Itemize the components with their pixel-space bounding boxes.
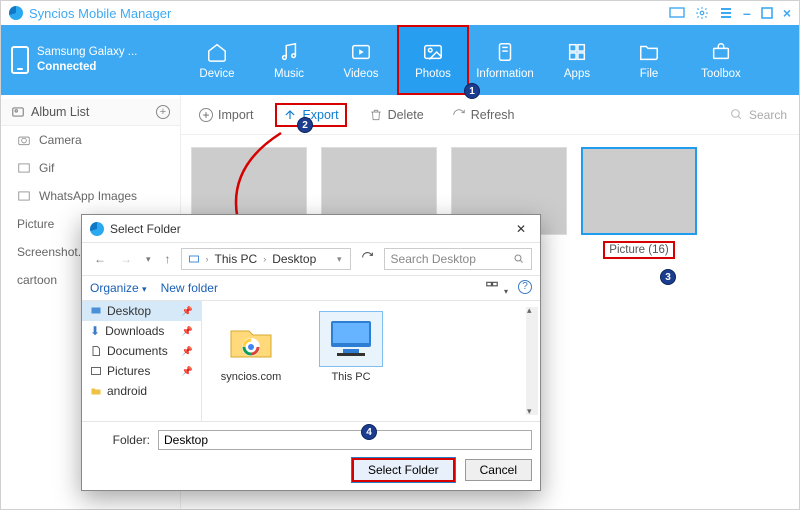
nav-toolbox[interactable]: Toolbox <box>685 25 757 95</box>
nav-information[interactable]: Information <box>469 25 541 95</box>
tree-desktop[interactable]: Desktop📌 <box>82 301 201 321</box>
nav-file[interactable]: File <box>613 25 685 95</box>
tree-pictures[interactable]: Pictures📌 <box>82 361 201 381</box>
nav-videos[interactable]: Videos <box>325 25 397 95</box>
sidebar-item-gif[interactable]: Gif <box>1 154 180 182</box>
file-caption: syncios.com <box>212 371 290 383</box>
folder-tree: Desktop📌 ⬇ Downloads📌 Documents📌 Picture… <box>82 301 202 421</box>
annotation-badge-4: 4 <box>361 424 377 440</box>
phone-icon <box>11 46 29 74</box>
new-folder-button[interactable]: New folder <box>161 281 218 295</box>
nav-toolbox-label: Toolbox <box>701 68 741 80</box>
refresh-label: Refresh <box>471 108 515 122</box>
sidebar-item-label: Screenshot... <box>17 245 88 259</box>
screen-icon[interactable] <box>669 5 685 21</box>
scrollbar[interactable] <box>526 307 538 415</box>
device-panel[interactable]: Samsung Galaxy ... Connected <box>1 25 181 95</box>
import-label: Import <box>218 108 253 122</box>
photos-toolbar: + Import Export Delete Refresh <box>181 95 799 135</box>
select-folder-button[interactable]: Select Folder <box>352 458 455 482</box>
select-folder-dialog: Select Folder ✕ ← → ▾ ↑ › This PC › Desk… <box>81 214 541 491</box>
file-caption: This PC <box>312 371 390 383</box>
file-thispc[interactable]: This PC <box>312 311 390 411</box>
refresh-icon[interactable] <box>357 251 378 267</box>
menu-icon[interactable] <box>719 5 733 21</box>
device-name: Samsung Galaxy ... <box>37 45 137 60</box>
app-title: Syncios Mobile Manager <box>29 6 171 21</box>
app-logo-icon <box>9 6 23 20</box>
nav-photos[interactable]: Photos <box>397 25 469 95</box>
nav-forward-icon[interactable]: → <box>116 252 136 266</box>
annotation-badge-1: 1 <box>464 83 480 99</box>
file-syncios[interactable]: syncios.com <box>212 311 290 411</box>
organize-menu[interactable]: Organize ▾ <box>90 281 147 295</box>
tree-documents[interactable]: Documents📌 <box>82 341 201 361</box>
sidebar-item-camera[interactable]: Camera <box>1 126 180 154</box>
device-status: Connected <box>37 60 137 75</box>
nav-device-label: Device <box>199 68 234 80</box>
view-mode-icon[interactable]: ▾ <box>483 280 508 297</box>
sidebar-item-label: Picture <box>17 217 54 231</box>
tree-android[interactable]: android <box>82 381 201 401</box>
nav-apps-label: Apps <box>564 68 590 80</box>
help-icon[interactable]: ? <box>518 280 532 294</box>
sidebar-header-label: Album List <box>31 105 89 119</box>
app-window: Syncios Mobile Manager – × Samsung Galax… <box>0 0 800 510</box>
add-album-icon[interactable]: + <box>156 105 170 119</box>
nav-music-label: Music <box>274 68 304 80</box>
refresh-button[interactable]: Refresh <box>446 105 521 125</box>
folder-field-label: Folder: <box>90 433 150 447</box>
titlebar: Syncios Mobile Manager – × <box>1 1 799 25</box>
annotation-badge-3: 3 <box>660 269 676 285</box>
crumb-pc: This PC <box>215 252 258 266</box>
sidebar-item-label: cartoon <box>17 273 57 287</box>
folder-field[interactable] <box>158 430 532 450</box>
gear-icon[interactable] <box>695 5 709 21</box>
delete-button[interactable]: Delete <box>363 105 430 125</box>
nav-apps[interactable]: Apps <box>541 25 613 95</box>
crumb-desktop: Desktop <box>272 252 316 266</box>
dialog-logo-icon <box>90 222 104 236</box>
nav-photos-label: Photos <box>415 68 451 80</box>
nav-videos-label: Videos <box>344 68 379 80</box>
delete-label: Delete <box>388 108 424 122</box>
nav-up-icon[interactable]: ↑ <box>161 252 175 266</box>
cancel-button[interactable]: Cancel <box>465 459 532 481</box>
nav-file-label: File <box>640 68 659 80</box>
nav-device[interactable]: Device <box>181 25 253 95</box>
import-button[interactable]: + Import <box>193 105 259 125</box>
dialog-close-icon[interactable]: ✕ <box>510 220 532 238</box>
nav-music[interactable]: Music <box>253 25 325 95</box>
main-nav: Samsung Galaxy ... Connected Device Musi… <box>1 25 799 95</box>
nav-back-icon[interactable]: ← <box>90 252 110 266</box>
close-icon[interactable]: × <box>783 5 791 21</box>
address-bar[interactable]: › This PC › Desktop ▾ <box>181 248 351 270</box>
dialog-search-input[interactable]: Search Desktop <box>384 248 532 270</box>
tree-downloads[interactable]: ⬇ Downloads📌 <box>82 321 201 341</box>
nav-information-label: Information <box>476 68 534 80</box>
sidebar-item-whatsapp[interactable]: WhatsApp Images <box>1 182 180 210</box>
nav-recent-icon[interactable]: ▾ <box>142 254 155 265</box>
sidebar-item-label: WhatsApp Images <box>39 189 137 203</box>
dialog-title: Select Folder <box>110 222 181 236</box>
file-list: syncios.com This PC <box>202 301 540 421</box>
thumb-caption: Picture (16) <box>603 241 674 259</box>
maximize-icon[interactable] <box>761 5 773 21</box>
search-placeholder: Search <box>749 108 787 122</box>
dialog-search-placeholder: Search Desktop <box>391 252 476 266</box>
annotation-badge-2: 2 <box>297 117 313 133</box>
sidebar-item-label: Camera <box>39 133 82 147</box>
sidebar-item-label: Gif <box>39 161 54 175</box>
sidebar-header[interactable]: Album List + <box>1 99 180 126</box>
search-input[interactable]: Search <box>730 108 787 122</box>
minimize-icon[interactable]: – <box>743 5 751 21</box>
thumb-picture[interactable]: Picture (16) <box>581 147 697 259</box>
